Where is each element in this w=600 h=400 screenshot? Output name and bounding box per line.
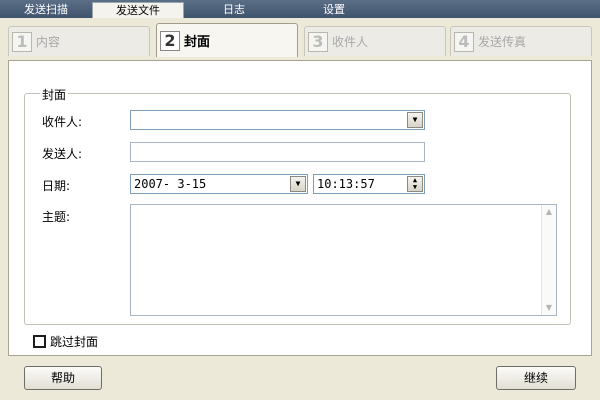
spin-down-icon[interactable]: ▼ <box>408 184 422 191</box>
tab-settings[interactable]: 设置 <box>284 2 384 18</box>
skip-cover-label: 跳过封面 <box>50 335 99 349</box>
help-button[interactable]: 帮助 <box>24 366 102 390</box>
continue-button[interactable]: 继续 <box>496 366 576 390</box>
date-label: 日期: <box>42 179 71 193</box>
subject-scrollbar[interactable]: ▲ ▼ <box>541 205 556 315</box>
step-label: 发送传真 <box>478 35 527 49</box>
sender-field[interactable] <box>130 142 425 162</box>
recipient-combo[interactable]: ▼ <box>130 110 425 130</box>
skip-cover-option[interactable]: 跳过封面 <box>33 333 98 350</box>
chevron-down-icon[interactable]: ▼ <box>407 112 423 128</box>
subject-label: 主题: <box>42 210 71 224</box>
spin-buttons[interactable]: ▲ ▼ <box>407 176 423 192</box>
scroll-down-icon[interactable]: ▼ <box>542 301 556 315</box>
tab-send-scan[interactable]: 发送扫描 <box>0 2 92 18</box>
subject-textarea[interactable]: ▲ ▼ <box>130 204 557 316</box>
cover-group-legend: 封面 <box>40 86 69 103</box>
sender-label: 发送人: <box>42 147 83 161</box>
tab-send-file[interactable]: 发送文件 <box>92 2 184 18</box>
step-tab-cover[interactable]: 2 封面 <box>156 23 298 57</box>
step-label: 封面 <box>184 35 211 50</box>
scroll-up-icon[interactable]: ▲ <box>542 205 556 219</box>
chevron-down-icon[interactable]: ▼ <box>290 176 306 192</box>
step-number: 1 <box>12 31 32 52</box>
step-number: 4 <box>454 31 474 52</box>
date-value: 2007- 3-15 <box>134 177 207 191</box>
step-number: 2 <box>160 30 180 51</box>
step-number: 3 <box>308 31 328 52</box>
skip-cover-checkbox[interactable] <box>33 335 46 348</box>
fax-window: 发送扫描 发送文件 日志 设置 1 内容 2 封面 3 收件人 4 发送传真 封… <box>0 0 600 400</box>
time-spinner[interactable]: 10:13:57 ▲ ▼ <box>313 174 425 194</box>
step-tabs: 1 内容 2 封面 3 收件人 4 发送传真 <box>0 22 600 60</box>
step-tab-send-fax[interactable]: 4 发送传真 <box>450 26 592 56</box>
tab-log[interactable]: 日志 <box>184 2 284 18</box>
time-value: 10:13:57 <box>317 177 375 191</box>
step-label: 收件人 <box>332 35 369 49</box>
step-tab-recipient[interactable]: 3 收件人 <box>304 26 446 56</box>
step-tab-content[interactable]: 1 内容 <box>8 26 150 56</box>
top-tab-bar: 发送扫描 发送文件 日志 设置 <box>0 0 600 18</box>
date-picker[interactable]: 2007- 3-15 ▼ <box>130 174 308 194</box>
recipient-label: 收件人: <box>42 115 83 129</box>
step-label: 内容 <box>36 35 61 49</box>
